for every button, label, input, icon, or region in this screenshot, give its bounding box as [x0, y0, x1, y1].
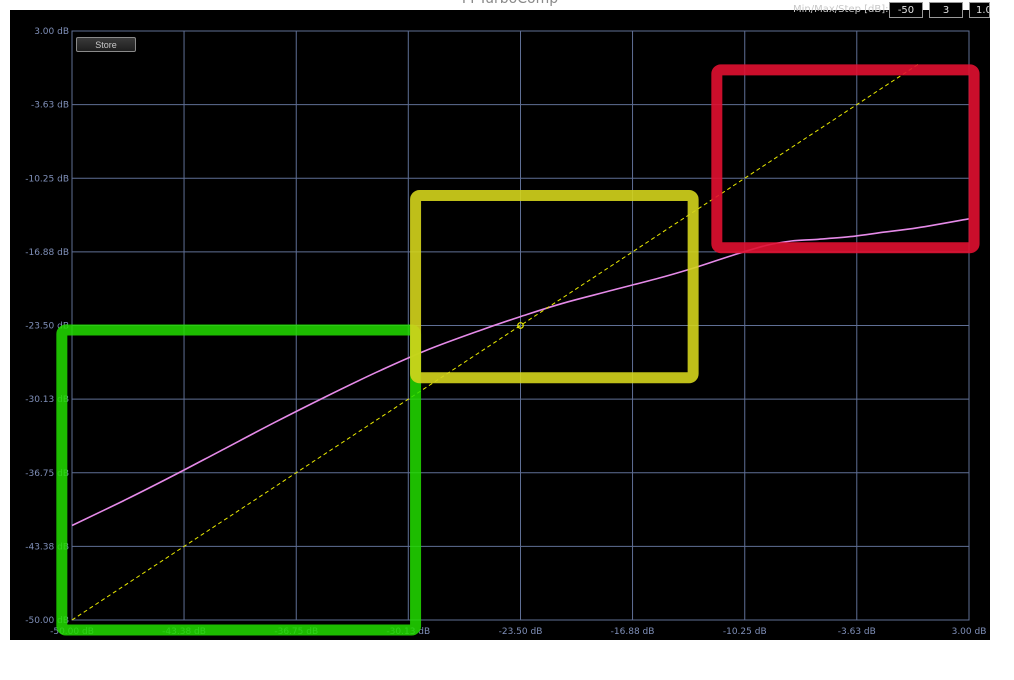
red-highlight-box: [711, 64, 980, 254]
unity-reference-line: [71, 63, 919, 621]
y-tick-label: -16.88 dB: [25, 248, 69, 258]
minmax-step-label: Min/Max/Step [dB]:: [793, 4, 889, 15]
transfer-curve-chart[interactable]: -50.00 dB -43.38 dB -36.75 dB -30.13 dB -23.…: [0, 0, 1014, 680]
x-tick-label: -10.25 dB: [723, 627, 767, 637]
green-highlight-box: [56, 324, 422, 636]
y-tick-label: -10.25 dB: [25, 174, 69, 184]
window-title: PPTurboComp: [420, 0, 600, 8]
x-tick-label: 3.00 dB: [952, 627, 987, 637]
yellow-highlight-box: [410, 189, 699, 384]
x-tick-label: -16.88 dB: [611, 627, 655, 637]
store-button[interactable]: Store: [76, 37, 136, 52]
max-value-field[interactable]: 3: [929, 2, 963, 18]
step-value-field[interactable]: 1.0: [969, 2, 990, 18]
y-tick-label: 3.00 dB: [34, 27, 69, 37]
min-value-field[interactable]: -50: [889, 2, 923, 18]
x-tick-label: -3.63 dB: [838, 627, 876, 637]
y-tick-label: -3.63 dB: [31, 101, 69, 111]
x-tick-label: -23.50 dB: [499, 627, 543, 637]
